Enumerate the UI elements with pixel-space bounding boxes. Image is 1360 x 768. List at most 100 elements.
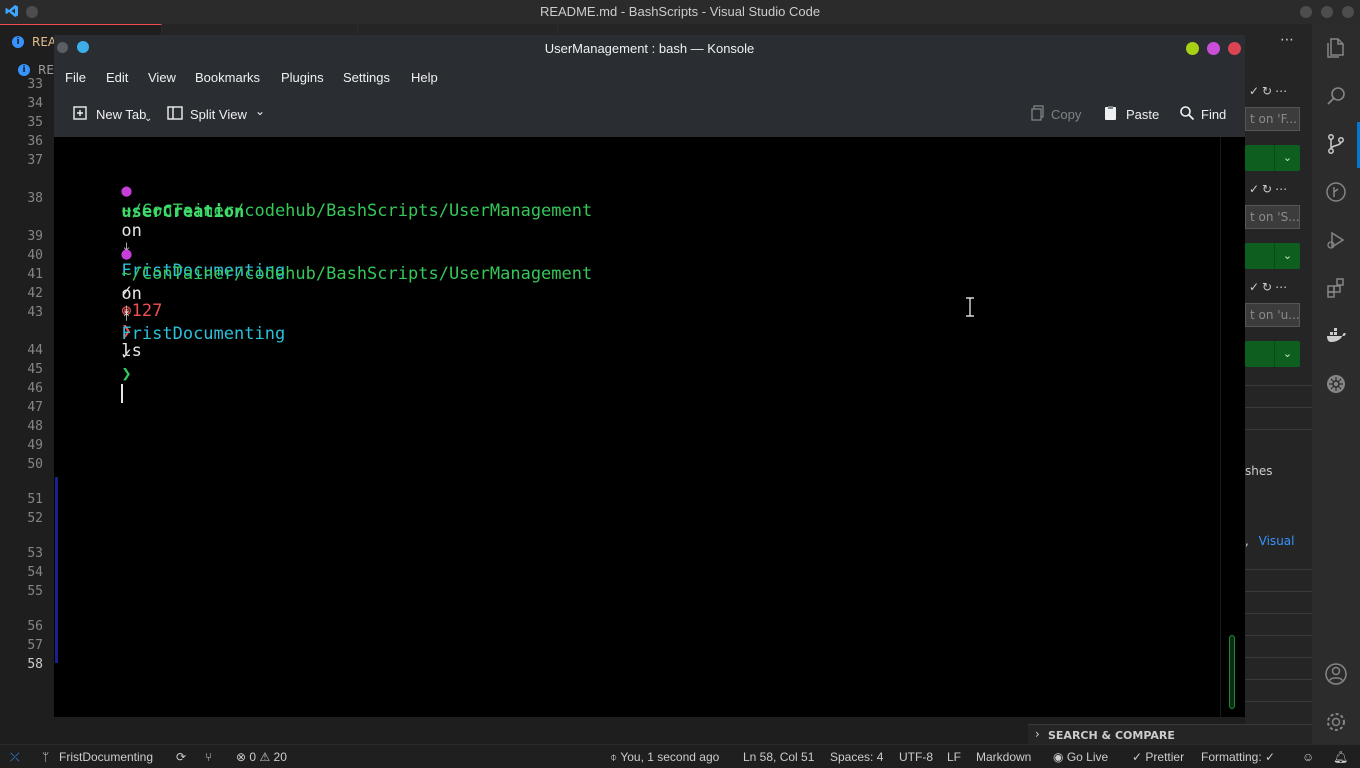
panel-link-row: , Visual (1245, 534, 1312, 548)
line-number: 41 (27, 267, 43, 282)
commit-button[interactable]: ⌄ (1245, 341, 1300, 367)
status-bar: ⤫ ᛘ FristDocumenting ⟳ ⑂ ⊗ 0 ⚠ 20 ⌽ You,… (0, 744, 1360, 768)
line-number: 43 (27, 305, 43, 320)
prompt-branch: FristDocumenting (121, 324, 286, 344)
line-number: 45 (27, 362, 43, 377)
vscode-window-title: README.md - BashScripts - Visual Studio … (539, 4, 821, 19)
git-branch-icon: ᚼ (121, 304, 132, 324)
chevron-down-icon[interactable]: ⌄ (144, 113, 152, 124)
commit-message-input[interactable]: t on 'u... (1245, 303, 1300, 327)
line-number: 33 (27, 77, 43, 92)
commit-message-input[interactable]: t on 'F... (1245, 107, 1300, 131)
terminal-scrollbar[interactable] (1220, 137, 1245, 717)
paste-button[interactable]: Paste (1126, 107, 1159, 122)
split-view-button[interactable]: Split View (190, 107, 247, 122)
language-mode[interactable]: Markdown (976, 750, 1031, 764)
double-check-icon: ✓ (1132, 750, 1143, 764)
git-graph-icon[interactable] (1324, 180, 1348, 204)
encoding[interactable]: UTF-8 (899, 750, 933, 764)
menu-settings[interactable]: Settings (343, 70, 390, 85)
divider (1245, 635, 1312, 636)
source-control-icon[interactable] (1324, 132, 1348, 156)
panel-actions-icon[interactable]: ✓↻⋯ (1249, 280, 1290, 294)
extensions-icon[interactable] (1324, 276, 1348, 300)
chevron-down-icon[interactable]: ⌄ (255, 104, 265, 118)
menu-view[interactable]: View (148, 70, 176, 85)
explorer-icon[interactable] (1324, 36, 1348, 60)
problems-indicator[interactable]: ⊗ 0 ⚠ 20 (236, 750, 287, 764)
cursor-position[interactable]: Ln 58, Col 51 (743, 750, 814, 764)
close-button[interactable] (1342, 6, 1354, 18)
panel-text: shes (1245, 464, 1273, 478)
divider (1245, 613, 1312, 614)
line-number: 53 (27, 546, 43, 561)
menu-plugins[interactable]: Plugins (281, 70, 324, 85)
feedback-icon[interactable]: ☺ (1302, 750, 1314, 764)
commit-button[interactable]: ⌄ (1245, 243, 1300, 269)
change-marker (55, 477, 58, 663)
bell-icon[interactable]: 🔔︎ (1333, 750, 1348, 764)
branch-icon[interactable]: ᛘ (42, 750, 49, 764)
commit-icon: ⌽ (610, 750, 618, 764)
go-live-button[interactable]: ◉ Go Live (1053, 750, 1108, 764)
line-number: 34 (27, 96, 43, 111)
git-blame[interactable]: ⌽ You, 1 second ago (610, 750, 719, 765)
run-debug-icon[interactable] (1324, 228, 1348, 252)
find-button[interactable]: Find (1201, 107, 1226, 122)
commit-message-input[interactable]: t on 'S... (1245, 205, 1300, 229)
chevron-down-icon[interactable]: ⌄ (1274, 243, 1300, 269)
prettier-label: Prettier (1145, 750, 1185, 764)
new-tab-button[interactable]: New Tab (96, 107, 146, 122)
docker-icon[interactable] (1324, 324, 1348, 348)
menu-file[interactable]: File (65, 70, 86, 85)
copy-button[interactable]: Copy (1051, 107, 1081, 122)
kubernetes-icon[interactable] (1324, 372, 1348, 396)
visual-link[interactable]: Visual (1259, 534, 1295, 548)
line-number: 37 (27, 153, 43, 168)
line-number: 46 (27, 381, 43, 396)
minimize-button[interactable] (1300, 6, 1312, 18)
menu-edit[interactable]: Edit (106, 70, 128, 85)
divider (1245, 679, 1312, 680)
branch-name[interactable]: FristDocumenting (59, 750, 153, 764)
line-number: 40 (27, 248, 43, 263)
breadcrumb-label[interactable]: RE (38, 63, 54, 77)
gear-icon[interactable] (1324, 710, 1348, 734)
maximize-button[interactable] (1321, 6, 1333, 18)
git-graph-status-icon[interactable]: ⑂ (205, 750, 212, 764)
menu-help[interactable]: Help (411, 70, 438, 85)
panel-actions-icon[interactable]: ✓↻⋯ (1249, 84, 1290, 98)
terminal-area[interactable]: ● ~/ConTainer/codehub/BashScripts/UserMa… (54, 137, 1220, 717)
chevron-down-icon[interactable]: ⌄ (1274, 145, 1300, 171)
search-icon[interactable] (1324, 84, 1348, 108)
scrollbar-thumb[interactable] (1229, 635, 1235, 709)
broadcast-icon: ◉ (1053, 750, 1064, 764)
close-button[interactable] (1228, 42, 1241, 55)
line-number: 39 (27, 229, 43, 244)
end-of-line[interactable]: LF (947, 750, 961, 764)
indentation[interactable]: Spaces: 4 (830, 750, 883, 764)
maximize-button[interactable] (1207, 42, 1220, 55)
chevron-down-icon[interactable]: ⌄ (1274, 341, 1300, 367)
search-compare-label: SEARCH & COMPARE (1048, 729, 1175, 742)
more-actions-icon[interactable]: ⋯ (1280, 32, 1294, 48)
remote-icon[interactable]: ⤫ (10, 750, 20, 765)
menu-bookmarks[interactable]: Bookmarks (195, 70, 260, 85)
divider (1245, 407, 1312, 408)
minimize-button[interactable] (1186, 42, 1199, 55)
panel-actions-icon[interactable]: ✓↻⋯ (1249, 182, 1290, 196)
line-number: 51 (27, 492, 43, 507)
formatting-status[interactable]: Formatting: ✓ (1201, 750, 1275, 764)
line-number: 49 (27, 438, 43, 453)
vscode-titlebar: README.md - BashScripts - Visual Studio … (0, 0, 1360, 24)
prettier-status[interactable]: ✓ Prettier (1132, 750, 1184, 764)
search-compare-section[interactable]: › SEARCH & COMPARE (1028, 724, 1312, 746)
konsole-window: UserManagement : bash — Konsole File Edi… (54, 35, 1245, 717)
account-icon[interactable] (1324, 662, 1348, 686)
line-number: 36 (27, 134, 43, 149)
sync-icon[interactable]: ⟳ (176, 750, 186, 764)
warning-count: 20 (273, 750, 287, 764)
line-number: 50 (27, 457, 43, 472)
commit-button[interactable]: ⌄ (1245, 145, 1300, 171)
konsole-toolbar: New Tab ⌄ Split View ⌄ Copy Paste Find (54, 91, 1245, 137)
